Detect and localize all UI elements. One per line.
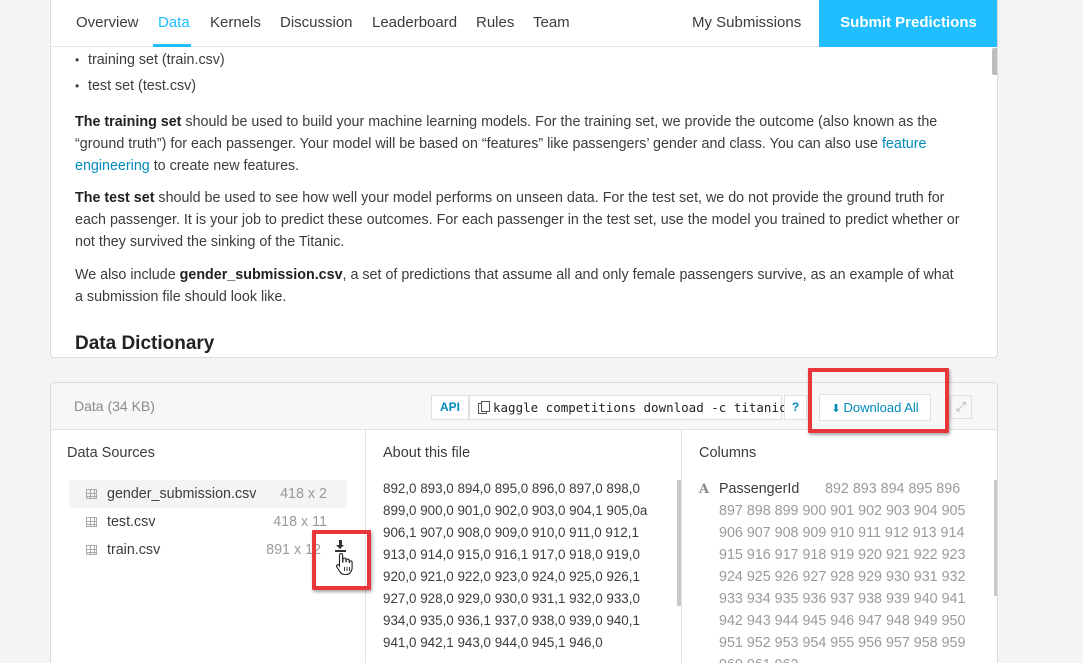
data-description: training set (train.csv) test set (test.… (75, 47, 965, 308)
tab-data[interactable]: Data (158, 14, 190, 31)
file-bullet-list: training set (train.csv) test set (test.… (75, 47, 965, 99)
training-set-text-end: to create new features. (149, 158, 300, 174)
test-set-paragraph: The test set should be used to see how w… (75, 187, 965, 253)
tab-kernels[interactable]: Kernels (210, 14, 261, 31)
tab-leaderboard[interactable]: Leaderboard (372, 14, 457, 31)
training-set-term: The training set (75, 114, 182, 130)
page: Overview Data Kernels Discussion Leaderb… (0, 0, 1083, 663)
my-submissions-link[interactable]: My Submissions (692, 14, 801, 31)
table-icon (86, 517, 97, 527)
list-item: training set (train.csv) (75, 47, 965, 73)
tab-overview[interactable]: Overview (76, 14, 139, 31)
file-row-test[interactable]: test.csv 418 x 11 (71, 508, 347, 536)
column-values: 892 893 894 895 896 897 898 899 900 901 … (719, 481, 966, 663)
description-scrollbar[interactable] (992, 48, 997, 75)
columns-heading: Columns (699, 445, 757, 461)
data-size-label: Data (34 KB) (74, 398, 155, 414)
test-set-text: should be used to see how well your mode… (75, 190, 960, 250)
about-file-column: About this file 892,0 893,0 894,0 895,0 … (366, 430, 682, 663)
test-set-term: The test set (75, 190, 155, 206)
description-card: Overview Data Kernels Discussion Leaderb… (50, 0, 998, 358)
api-command-text: kaggle competitions download -c titanic (493, 400, 787, 415)
submit-predictions-button[interactable]: Submit Predictions (819, 0, 997, 47)
about-file-scrollbar[interactable] (677, 480, 681, 606)
training-set-text: should be used to build your machine lea… (75, 114, 938, 152)
copy-icon (478, 401, 490, 414)
file-dimensions: 418 x 2 (280, 486, 327, 502)
api-button[interactable]: API (431, 395, 470, 420)
expand-icon[interactable]: ⤢ (950, 395, 972, 419)
file-name: gender_submission.csv (107, 486, 257, 502)
file-row-train[interactable]: train.csv 891 x 12 (71, 536, 321, 564)
competition-tabs: Overview Data Kernels Discussion Leaderb… (51, 0, 997, 47)
gender-submission-paragraph: We also include gender_submission.csv, a… (75, 264, 965, 308)
table-icon (86, 545, 97, 555)
file-name: train.csv (107, 542, 161, 558)
gender-submission-term: gender_submission.csv (179, 267, 343, 283)
columns-column: Columns A PassengerId 892 893 894 895 89… (682, 430, 997, 663)
tab-team[interactable]: Team (533, 14, 570, 31)
columns-scrollbar[interactable] (994, 480, 997, 596)
api-help-button[interactable]: ? (784, 395, 807, 420)
download-all-highlight (808, 368, 949, 433)
file-row-gender-submission[interactable]: gender_submission.csv 418 x 2 (69, 480, 347, 508)
data-dictionary-heading: Data Dictionary (75, 333, 215, 354)
data-sources-heading: Data Sources (67, 445, 155, 461)
file-name: test.csv (107, 514, 156, 530)
tab-discussion[interactable]: Discussion (280, 14, 353, 31)
api-command-copy[interactable]: kaggle competitions download -c titanic (469, 395, 787, 420)
text-type-icon: A (699, 482, 710, 497)
tab-rules[interactable]: Rules (476, 14, 514, 31)
about-file-heading: About this file (383, 445, 471, 461)
table-icon (86, 489, 97, 499)
file-preview-text: 892,0 893,0 894,0 895,0 896,0 897,0 898,… (383, 481, 648, 650)
download-file-highlight (312, 530, 371, 590)
list-item: test set (test.csv) (75, 73, 965, 99)
gender-submission-text-start: We also include (75, 267, 180, 283)
training-set-paragraph: The training set should be used to build… (75, 111, 965, 177)
